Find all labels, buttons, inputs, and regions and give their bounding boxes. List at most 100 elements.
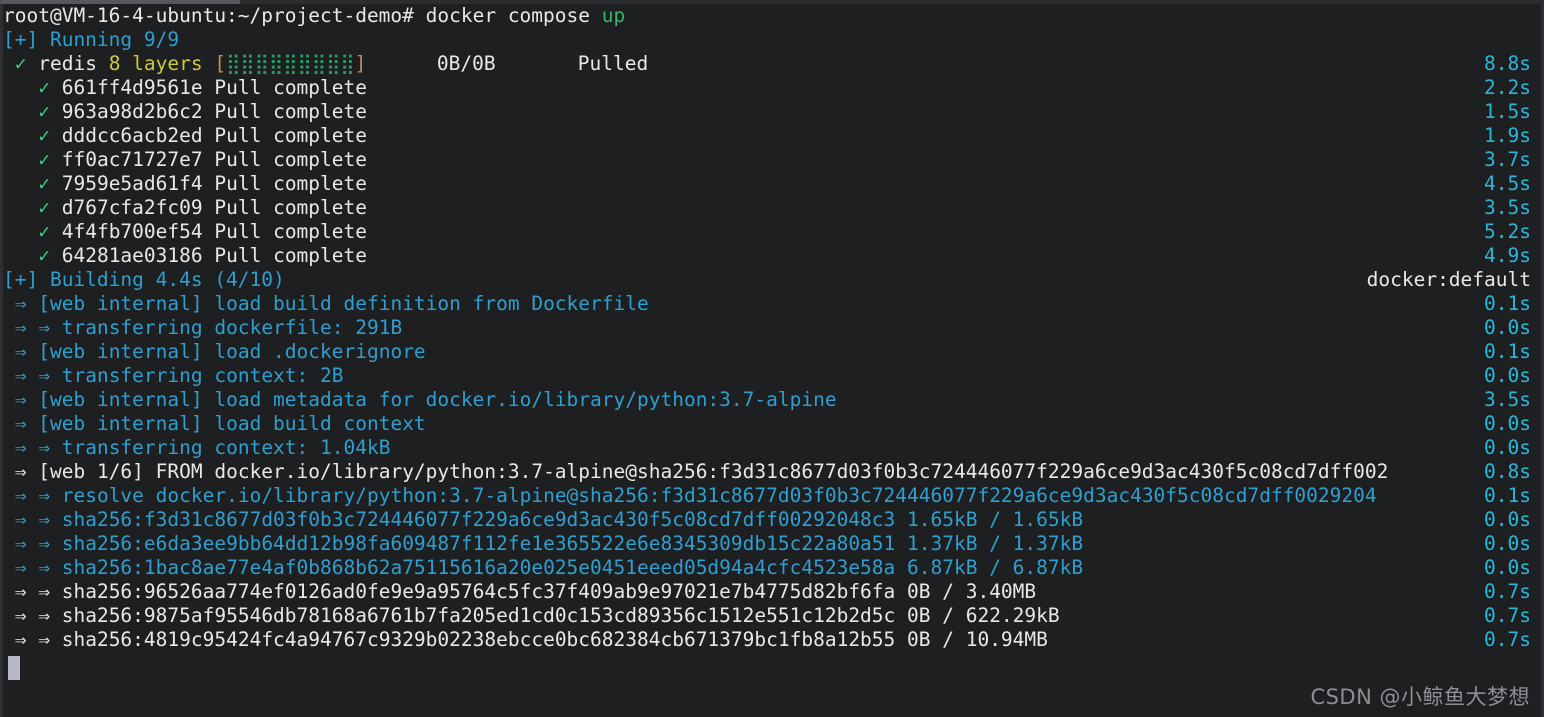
build-step-text: transferring dockerfile: 291B <box>61 316 403 339</box>
layer-status: Pull complete <box>214 244 367 267</box>
layer-time: 3.7s <box>1484 148 1531 171</box>
build-step-time: 0.0s <box>1484 532 1531 555</box>
build-step-text: sha256:96526aa774ef0126ad0fe9e9a95764c5f… <box>61 580 1037 603</box>
build-step-text: [web internal] load build definition fro… <box>38 292 649 315</box>
layer-time: 1.9s <box>1484 124 1531 147</box>
build-step-line: ⇒ ⇒ transferring dockerfile: 291B 0.0s <box>3 316 1541 340</box>
build-step-line: ⇒ ⇒ sha256:f3d31c8677d03f0b3c724446077f2… <box>3 508 1541 532</box>
check-icon: ✓ <box>38 172 50 195</box>
build-step-time: 0.8s <box>1484 460 1531 483</box>
build-step-text: sha256:e6da3ee9bb64dd12b98fa609487f112fe… <box>61 532 1084 555</box>
build-step-text: transferring context: 1.04kB <box>61 436 391 459</box>
layer-line: ✓ ff0ac71727e7 Pull complete 3.7s <box>3 148 1541 172</box>
build-step-text: sha256:f3d31c8677d03f0b3c724446077f229a6… <box>61 508 1084 531</box>
running-header-line: [+] Running 9/9 <box>3 28 1541 52</box>
arrow-icon: ⇒ ⇒ <box>14 508 50 531</box>
build-step-time: 0.7s <box>1484 628 1531 651</box>
layer-line: ✓ 4f4fb700ef54 Pull complete 5.2s <box>3 220 1541 244</box>
layer-line: ✓ 64281ae03186 Pull complete 4.9s <box>3 244 1541 268</box>
builder-name: docker:default <box>1366 268 1531 291</box>
service-name: redis <box>38 52 97 75</box>
check-icon: ✓ <box>38 220 50 243</box>
layer-time: 3.5s <box>1484 196 1531 219</box>
arrow-icon: ⇒ ⇒ <box>14 436 50 459</box>
layer-time: 1.5s <box>1484 100 1531 123</box>
layer-id: ff0ac71727e7 <box>61 148 203 171</box>
build-step-text: [web internal] load .dockerignore <box>38 340 426 363</box>
build-step-time: 0.0s <box>1484 556 1531 579</box>
build-step-line: ⇒ ⇒ sha256:1bac8ae77e4af0b868b62a7511561… <box>3 556 1541 580</box>
layer-line: ✓ dddcc6acb2ed Pull complete 1.9s <box>3 124 1541 148</box>
build-step-line: ⇒ ⇒ transferring context: 1.04kB 0.0s <box>3 436 1541 460</box>
layer-line: ✓ 7959e5ad61f4 Pull complete 4.5s <box>3 172 1541 196</box>
arrow-icon: ⇒ ⇒ <box>14 364 50 387</box>
arrow-icon: ⇒ <box>14 292 27 315</box>
build-step-line: ⇒ ⇒ transferring context: 2B 0.0s <box>3 364 1541 388</box>
build-step-time: 0.0s <box>1484 364 1531 387</box>
build-step-time: 0.0s <box>1484 436 1531 459</box>
prompt-line: root@VM-16-4-ubuntu:~/project-demo# dock… <box>3 4 1541 28</box>
build-step-line: ⇒ ⇒ sha256:4819c95424fc4a94767c9329b0223… <box>3 628 1541 652</box>
command-argument: up <box>601 4 626 27</box>
build-step-text: [web internal] load build context <box>38 412 426 435</box>
layer-list: ✓ 661ff4d9561e Pull complete 2.2s ✓ 963a9… <box>3 76 1541 268</box>
layer-line: ✓ 963a98d2b6c2 Pull complete 1.5s <box>3 100 1541 124</box>
layer-status: Pull complete <box>214 220 367 243</box>
layer-id: 64281ae03186 <box>61 244 203 267</box>
build-step-line: ⇒ [web internal] load metadata for docke… <box>3 388 1541 412</box>
layer-status: Pull complete <box>214 100 367 123</box>
build-step-line: ⇒ [web 1/6] FROM docker.io/library/pytho… <box>3 460 1541 484</box>
layer-status: Pull complete <box>214 76 367 99</box>
build-step-text: transferring context: 2B <box>61 364 344 387</box>
build-step-line: ⇒ [web internal] load build context 0.0s <box>3 412 1541 436</box>
build-step-line: ⇒ ⇒ sha256:9875af95546db78168a6761b7fa20… <box>3 604 1541 628</box>
build-step-time: 0.0s <box>1484 412 1531 435</box>
arrow-icon: ⇒ ⇒ <box>14 556 50 579</box>
build-step-text: [web internal] load metadata for docker.… <box>38 388 837 411</box>
build-step-time: 0.0s <box>1484 316 1531 339</box>
layer-status: Pull complete <box>214 196 367 219</box>
layer-id: dddcc6acb2ed <box>61 124 203 147</box>
build-step-time: 0.7s <box>1484 604 1531 627</box>
service-size: 0B/0B <box>436 52 496 75</box>
watermark: CSDN @小鲸鱼大梦想 <box>1310 685 1530 709</box>
arrow-icon: ⇒ <box>14 460 27 483</box>
build-step-list: ⇒ [web internal] load build definition f… <box>3 292 1541 652</box>
progress-bar-open-bracket: [ <box>214 52 227 75</box>
terminal-screen[interactable]: root@VM-16-4-ubuntu:~/project-demo# dock… <box>3 4 1541 717</box>
